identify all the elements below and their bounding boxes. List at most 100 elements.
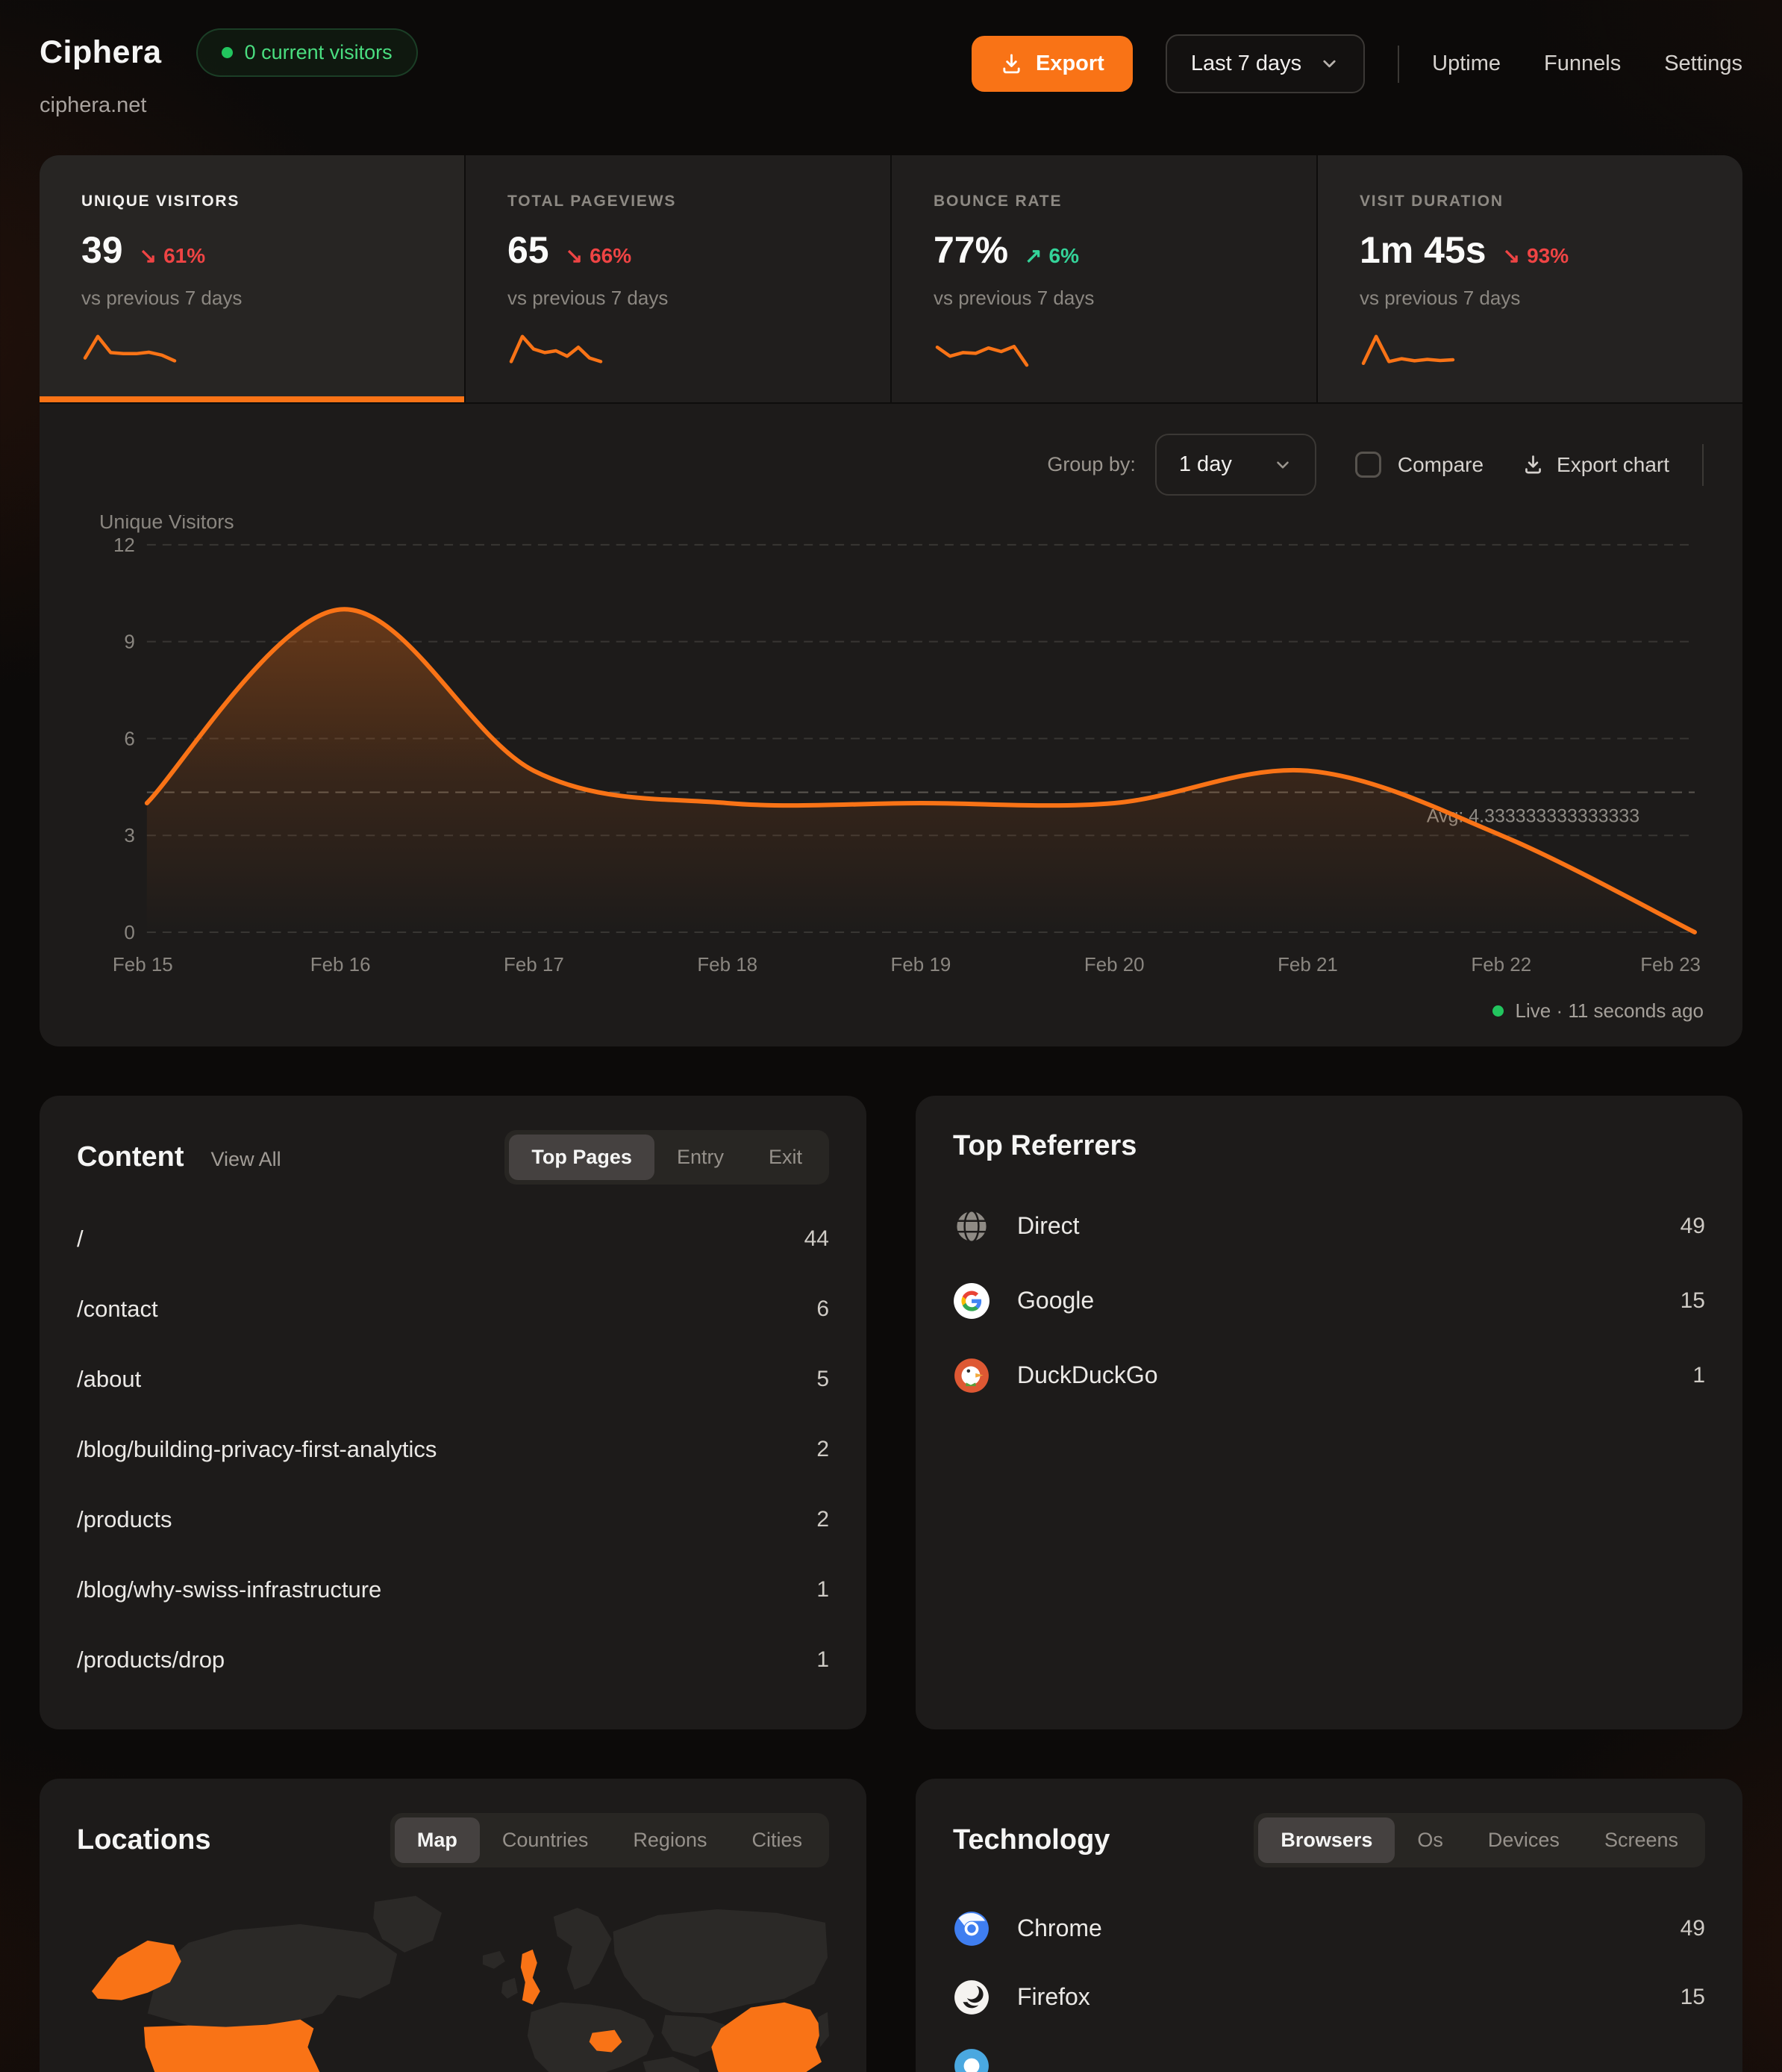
stat-card-total-pageviews[interactable]: TOTAL PAGEVIEWS 65 ↘66% vs previous 7 da… (466, 155, 890, 402)
table-row[interactable] (953, 2032, 1705, 2072)
unique-visitors-area-chart[interactable]: 036912Avg: 4.333333333333333Feb 15Feb 16… (78, 515, 1704, 992)
nav-item-settings[interactable]: Settings (1664, 52, 1742, 76)
stat-value: 39 (81, 228, 123, 272)
svg-text:Feb 17: Feb 17 (504, 955, 564, 976)
technology-title: Technology (953, 1824, 1110, 1856)
compare-checkbox[interactable] (1355, 452, 1381, 478)
stat-compare-label: vs previous 7 days (934, 287, 1275, 310)
group-by-select[interactable]: 1 day (1155, 434, 1316, 496)
panels-row-1: Content View All Top Pages Entry Exit /4… (40, 1096, 1742, 1729)
svg-text:6: 6 (124, 728, 134, 749)
chart-controls: Group by: 1 day Compare Export chart (78, 434, 1704, 496)
table-row[interactable]: Chrome 49 (953, 1894, 1705, 1963)
stat-label: BOUNCE RATE (934, 193, 1275, 210)
trend-down-icon: ↘ (140, 243, 157, 268)
sparkline-chart (81, 329, 178, 372)
svg-text:Feb 16: Feb 16 (310, 955, 371, 976)
stat-value: 65 (507, 228, 549, 272)
download-icon (1000, 52, 1023, 75)
table-row[interactable]: /blog/building-privacy-first-analytics2 (77, 1414, 829, 1485)
technology-tabs: Browsers Os Devices Screens (1254, 1813, 1705, 1867)
date-range-select[interactable]: Last 7 days (1166, 34, 1365, 93)
group-by-value: 1 day (1179, 452, 1232, 477)
page-title: Ciphera (40, 34, 162, 71)
svg-text:Feb 18: Feb 18 (697, 955, 757, 976)
header-divider (1398, 46, 1399, 83)
stat-card-unique-visitors[interactable]: UNIQUE VISITORS 39 ↘61% vs previous 7 da… (40, 155, 464, 402)
tab-countries[interactable]: Countries (480, 1817, 611, 1863)
header-controls: Export Last 7 days Uptime Funnels Settin… (972, 28, 1742, 93)
referrers-list: Direct 49 Google 15 DuckDuckGo 1 (953, 1189, 1705, 1413)
table-row[interactable]: Direct 49 (953, 1189, 1705, 1264)
tab-top-pages[interactable]: Top Pages (509, 1135, 654, 1180)
firefox-icon (953, 1979, 990, 2016)
browser-icon (953, 2047, 990, 2072)
chrome-icon (953, 1910, 990, 1947)
table-row[interactable]: Firefox 15 (953, 1963, 1705, 2032)
stats-row: UNIQUE VISITORS 39 ↘61% vs previous 7 da… (40, 155, 1742, 402)
live-dot-icon (222, 47, 233, 58)
chart-section: Group by: 1 day Compare Export chart 036… (40, 402, 1742, 1046)
tab-map[interactable]: Map (395, 1817, 480, 1863)
table-row[interactable]: Google 15 (953, 1264, 1705, 1338)
table-row[interactable]: /contact6 (77, 1274, 829, 1344)
world-map[interactable] (77, 1887, 829, 2072)
tab-cities[interactable]: Cities (729, 1817, 825, 1863)
svg-text:9: 9 (124, 632, 134, 653)
stat-card-bounce-rate[interactable]: BOUNCE RATE 77% ↗6% vs previous 7 days (892, 155, 1316, 402)
stat-label: VISIT DURATION (1360, 193, 1701, 210)
analytics-card: UNIQUE VISITORS 39 ↘61% vs previous 7 da… (40, 155, 1742, 1046)
stat-card-visit-duration[interactable]: VISIT DURATION 1m 45s ↘93% vs previous 7… (1318, 155, 1742, 402)
view-all-link[interactable]: View All (211, 1148, 281, 1171)
stat-change: ↘61% (140, 243, 206, 268)
svg-text:3: 3 (124, 826, 134, 846)
tab-browsers[interactable]: Browsers (1258, 1817, 1395, 1863)
technology-panel: Technology Browsers Os Devices Screens C… (916, 1779, 1742, 2072)
locations-title: Locations (77, 1824, 210, 1856)
trend-down-icon: ↘ (1503, 243, 1520, 268)
tab-os[interactable]: Os (1395, 1817, 1466, 1863)
stat-change: ↘93% (1503, 243, 1569, 268)
table-row[interactable]: /products2 (77, 1485, 829, 1555)
tab-devices[interactable]: Devices (1466, 1817, 1582, 1863)
stat-change: ↗6% (1025, 243, 1079, 268)
stat-value: 77% (934, 228, 1008, 272)
date-range-value: Last 7 days (1191, 52, 1301, 76)
stat-label: TOTAL PAGEVIEWS (507, 193, 848, 210)
svg-text:Feb 21: Feb 21 (1278, 955, 1338, 976)
export-button[interactable]: Export (972, 36, 1133, 92)
nav-item-funnels[interactable]: Funnels (1544, 52, 1621, 76)
table-row[interactable]: /44 (77, 1204, 829, 1274)
browsers-list: Chrome 49 Firefox 15 (953, 1894, 1705, 2072)
current-visitors-badge[interactable]: 0 current visitors (196, 28, 418, 77)
stat-value: 1m 45s (1360, 228, 1486, 272)
compare-toggle[interactable]: Compare (1355, 452, 1484, 478)
trend-down-icon: ↘ (566, 243, 583, 268)
tab-screens[interactable]: Screens (1582, 1817, 1701, 1863)
svg-text:Feb 20: Feb 20 (1084, 955, 1145, 976)
chevron-down-icon (1319, 54, 1339, 74)
table-row[interactable]: /about5 (77, 1344, 829, 1414)
stat-compare-label: vs previous 7 days (81, 287, 422, 310)
live-status-label: Live · 11 seconds ago (1516, 999, 1704, 1023)
top-referrers-panel: Top Referrers Direct 49 Google 15 (916, 1096, 1742, 1729)
globe-icon (953, 1208, 990, 1245)
nav-item-uptime[interactable]: Uptime (1432, 52, 1501, 76)
live-dot-icon (1492, 1005, 1504, 1017)
tab-exit[interactable]: Exit (746, 1135, 825, 1180)
table-row[interactable]: /blog/why-swiss-infrastructure1 (77, 1555, 829, 1625)
content-panel: Content View All Top Pages Entry Exit /4… (40, 1096, 866, 1729)
brand-block: Ciphera 0 current visitors ciphera.net (40, 28, 418, 118)
compare-label: Compare (1398, 453, 1484, 477)
locations-panel: Locations Map Countries Regions Cities (40, 1779, 866, 2072)
trend-up-icon: ↗ (1025, 243, 1042, 268)
svg-text:Feb 23: Feb 23 (1640, 955, 1701, 976)
tab-regions[interactable]: Regions (610, 1817, 729, 1863)
table-row[interactable]: /products/drop1 (77, 1625, 829, 1695)
controls-divider (1702, 444, 1704, 486)
tab-entry[interactable]: Entry (654, 1135, 746, 1180)
export-chart-button[interactable]: Export chart (1522, 453, 1669, 477)
table-row[interactable]: DuckDuckGo 1 (953, 1338, 1705, 1413)
header: Ciphera 0 current visitors ciphera.net E… (40, 28, 1742, 118)
chevron-down-icon (1273, 455, 1292, 475)
